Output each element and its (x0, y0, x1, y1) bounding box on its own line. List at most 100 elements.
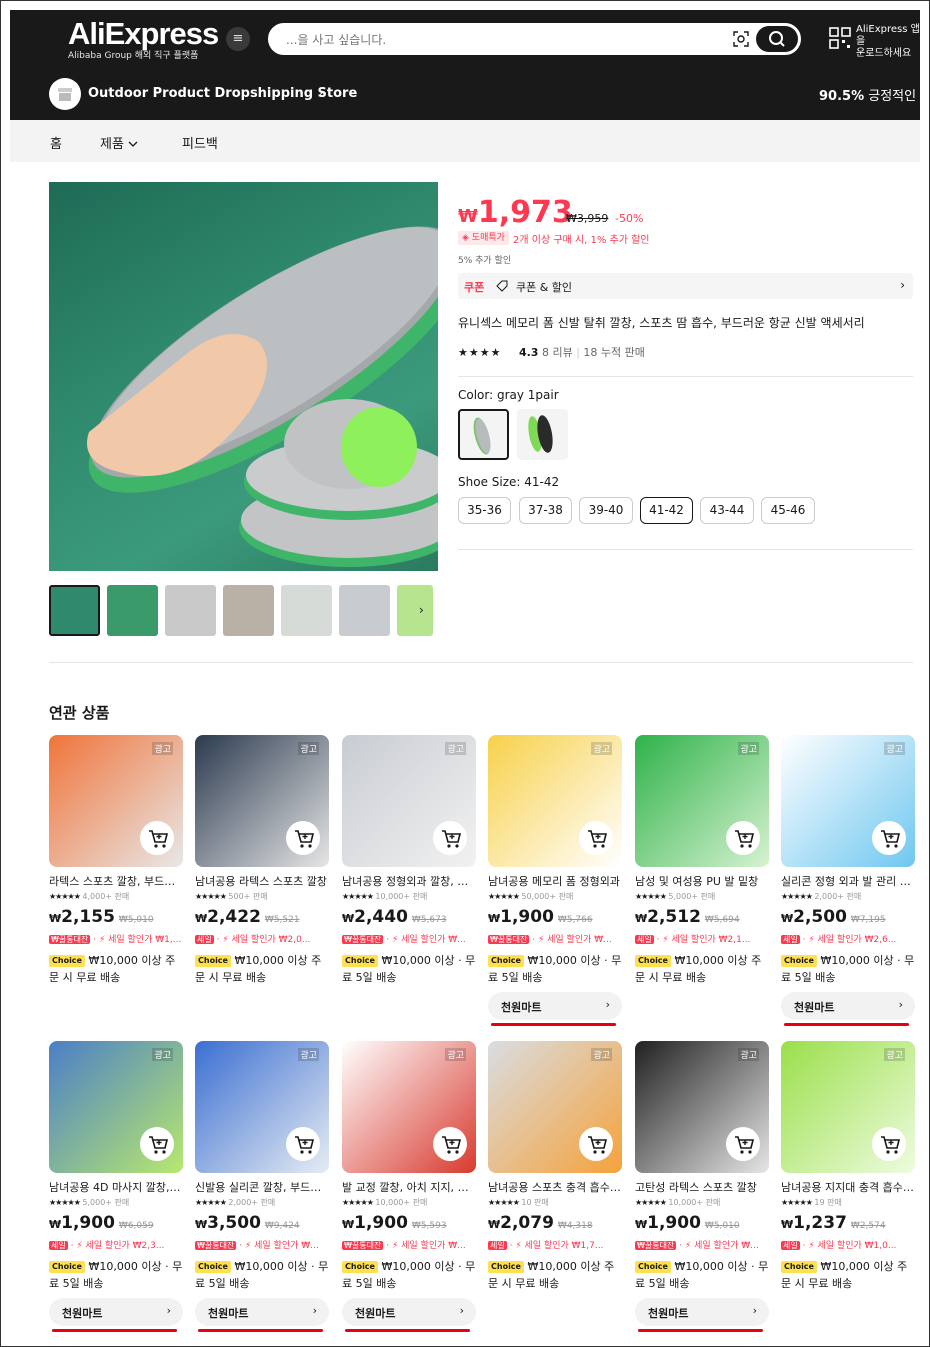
ad-badge: 광고 (298, 1048, 319, 1061)
product-card-image[interactable]: 광고 (342, 1041, 476, 1173)
store-nav: 홈 제품 피드백 (10, 120, 920, 162)
add-to-cart-button[interactable] (433, 821, 467, 855)
add-to-cart-button[interactable] (726, 1127, 760, 1161)
product-card-image[interactable]: 광고 (488, 1041, 622, 1173)
chevron-right-icon[interactable]: › (318, 86, 323, 101)
product-card-title[interactable]: 남녀공용 라텍스 스포츠 깔창 (195, 873, 329, 889)
search-bar[interactable] (268, 23, 801, 55)
add-to-cart-button[interactable] (872, 821, 906, 855)
product-card-sale: 세일 · ⚡ 세일 할인가 ₩2,1... (635, 935, 751, 945)
product-card-shipping: Choice ₩10,000 이상 주문 시 무료 배송 (635, 954, 762, 984)
store-name[interactable]: Outdoor Product Dropshipping Store (88, 86, 357, 101)
sale-price: ₩1,973 (458, 195, 573, 230)
thumbnail-2[interactable] (107, 585, 158, 636)
product-card-price: ₩1,900 ₩6,059 (49, 1213, 154, 1233)
coupon-bar[interactable]: 쿠폰 쿠폰 & 할인 › (458, 273, 913, 299)
product-card-title[interactable]: 남녀공용 스포츠 충격 흡수 깔창 (488, 1179, 622, 1195)
mart-underline (638, 1329, 763, 1332)
product-card-image[interactable]: 광고 (195, 1041, 329, 1173)
size-option[interactable]: 43-44 (700, 497, 754, 524)
thousand-won-mart-button[interactable]: 천원마트 › (49, 1298, 183, 1326)
ad-badge: 광고 (445, 1048, 466, 1061)
product-card-sale: 세일 · ⚡ 세일 할인가 ₩1,0... (781, 1241, 897, 1251)
ad-badge: 광고 (591, 1048, 612, 1061)
product-card-title[interactable]: 신발용 실리콘 깔창, 부드러운 (195, 1179, 329, 1195)
size-option[interactable]: 45-46 (761, 497, 815, 524)
divider (458, 376, 913, 377)
size-option[interactable]: 35-36 (458, 497, 511, 524)
add-to-cart-button[interactable] (726, 821, 760, 855)
related-products-heading: 연관 상품 (49, 704, 110, 722)
product-card-image[interactable]: 광고 (781, 1041, 915, 1173)
product-card-image[interactable]: 광고 (635, 1041, 769, 1173)
cart-icon (295, 830, 315, 848)
aliexpress-logo[interactable]: AliExpress (68, 16, 219, 52)
add-to-cart-button[interactable] (433, 1127, 467, 1161)
product-card-title[interactable]: 남녀공용 정형외과 깔창, 아치 (342, 873, 476, 889)
product-card-title[interactable]: 남녀공용 지지대 충격 흡수 깔창 (781, 1179, 915, 1195)
add-to-cart-button[interactable] (140, 1127, 174, 1161)
star-rating: ★★★★ (458, 346, 502, 359)
thumbnail-4[interactable] (223, 585, 274, 636)
product-card-rating: ★★★★★ 500+ 판매 (195, 892, 268, 901)
add-to-cart-button[interactable] (872, 1127, 906, 1161)
ad-badge: 광고 (884, 1048, 905, 1061)
add-to-cart-button[interactable] (140, 821, 174, 855)
color-swatch-gray[interactable] (458, 409, 509, 460)
product-card-image[interactable]: 광고 (488, 735, 622, 867)
product-card-title[interactable]: 남녀공용 4D 마사지 깔창, 고탄 (49, 1179, 183, 1195)
store-avatar[interactable] (49, 78, 81, 110)
size-option[interactable]: 39-40 (579, 497, 633, 524)
wholesale-badge: ◈ 도매특가 (458, 231, 509, 245)
cart-icon (881, 830, 901, 848)
add-to-cart-button[interactable] (579, 821, 613, 855)
cart-icon (149, 830, 169, 848)
image-search-icon[interactable] (733, 31, 749, 47)
add-to-cart-button[interactable] (579, 1127, 613, 1161)
product-card-image[interactable]: 광고 (49, 735, 183, 867)
product-card-price: ₩3,500 ₩9,424 (195, 1213, 300, 1233)
color-swatch-black[interactable] (517, 409, 568, 460)
add-to-cart-button[interactable] (286, 821, 320, 855)
thumbnail-3[interactable] (165, 585, 216, 636)
menu-icon[interactable]: ≡ (226, 27, 250, 51)
thousand-won-mart-button[interactable]: 천원마트 › (488, 992, 622, 1020)
thousand-won-mart-button[interactable]: 천원마트 › (635, 1298, 769, 1326)
thumbnail-5[interactable] (281, 585, 332, 636)
rating-row[interactable]: ★★★★ 4.3 8 리뷰 | 18 누적 판매 (458, 344, 645, 360)
product-card-title[interactable]: 발 교정 깔창, 아치 지지, 평발 (342, 1179, 476, 1195)
main-product-image[interactable] (49, 182, 438, 571)
nav-feedback[interactable]: 피드백 (182, 133, 218, 152)
product-card-rating: ★★★★★ 10,000+ 판매 (342, 892, 428, 901)
product-card-title[interactable]: 실리콘 정형 외과 발 관리 깔창 (781, 873, 915, 889)
thumbnail-1[interactable] (49, 585, 100, 636)
product-card-image[interactable]: 광고 (635, 735, 769, 867)
ad-badge: 광고 (298, 742, 319, 755)
nav-home[interactable]: 홈 (50, 133, 62, 152)
product-card-image[interactable]: 광고 (195, 735, 329, 867)
product-card-image[interactable]: 광고 (49, 1041, 183, 1173)
product-card-title[interactable]: 라텍스 스포츠 깔창, 부드러운 (49, 873, 183, 889)
search-button[interactable] (756, 26, 798, 52)
product-card-title[interactable]: 남녀공용 메모리 폼 정형외과 (488, 873, 622, 889)
thousand-won-mart-button[interactable]: 천원마트 › (195, 1298, 329, 1326)
size-option-selected[interactable]: 41-42 (640, 497, 693, 524)
thumbnail-6[interactable] (339, 585, 390, 636)
chevron-right-icon[interactable]: › (419, 603, 424, 617)
size-option[interactable]: 37-38 (519, 497, 572, 524)
nav-products[interactable]: 제품 (100, 133, 138, 152)
cart-icon (442, 830, 462, 848)
divider (49, 662, 913, 663)
thousand-won-mart-button[interactable]: 천원마트 › (342, 1298, 476, 1326)
product-card-image[interactable]: 광고 (342, 735, 476, 867)
app-download-link[interactable]: AliExpress 앱을 운로드하세요 (856, 24, 920, 60)
thousand-won-mart-button[interactable]: 천원마트 › (781, 992, 915, 1020)
thumbnail-7[interactable] (397, 585, 433, 636)
product-card-title[interactable]: 고탄성 라텍스 스포츠 깔창 (635, 1179, 769, 1195)
search-input[interactable] (286, 30, 706, 50)
add-to-cart-button[interactable] (286, 1127, 320, 1161)
product-card-title[interactable]: 남성 및 여성용 PU 발 밑창 (635, 873, 769, 889)
extra-discount-text: 5% 추가 할인 (458, 256, 512, 266)
product-card-image[interactable]: 광고 (781, 735, 915, 867)
qr-code-icon[interactable] (829, 27, 851, 49)
